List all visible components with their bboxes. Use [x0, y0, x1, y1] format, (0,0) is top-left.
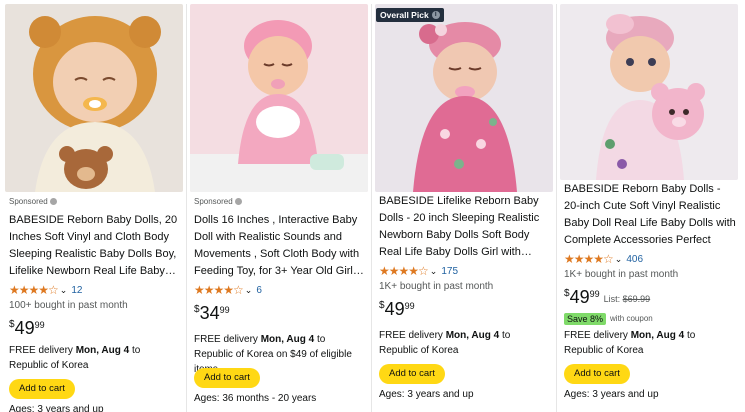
info-icon[interactable]	[234, 197, 242, 205]
add-to-cart-button[interactable]: Add to cart	[564, 364, 630, 384]
product-title[interactable]: Dolls 16 Inches , Interactive Baby Doll …	[194, 212, 366, 280]
coupon-deal[interactable]: Save 8% with coupon	[564, 311, 736, 326]
star-rating-icon[interactable]: ★★★★☆	[9, 283, 59, 297]
product-title[interactable]: BABESIDE Reborn Baby Dolls - 20-inch Cut…	[564, 181, 736, 249]
sleeping-doll-floral-image	[375, 4, 553, 192]
product-info: Sponsored BABESIDE Reborn Baby Dolls, 20…	[9, 195, 181, 412]
delivery-date: Mon, Aug 4	[260, 334, 315, 345]
divider	[556, 4, 557, 412]
product-image[interactable]	[190, 4, 368, 192]
chevron-down-icon[interactable]: ⌄	[245, 285, 253, 296]
price-fraction: 99	[219, 305, 230, 315]
price[interactable]: $ 34 99	[194, 302, 366, 326]
product-info: Sponsored Dolls 16 Inches , Interactive …	[194, 195, 366, 407]
delivery-info: FREE delivery Mon, Aug 4 to Republic of …	[564, 330, 696, 356]
add-to-cart-button[interactable]: Add to cart	[9, 379, 75, 399]
price[interactable]: $ 49 99 List: $69.99	[564, 286, 736, 310]
age-range: Ages: 36 months - 20 years	[194, 393, 317, 404]
add-to-cart-button[interactable]: Add to cart	[379, 364, 445, 384]
sponsored-label[interactable]: Sponsored	[9, 195, 181, 207]
price-fraction: 99	[589, 289, 600, 299]
info-icon[interactable]: i	[431, 11, 440, 19]
price-whole: 49	[14, 318, 35, 338]
price-fraction: 99	[34, 320, 45, 330]
rating[interactable]: ★★★★☆ ⌄ 12	[9, 282, 181, 298]
product-image[interactable]	[560, 4, 738, 180]
price-fraction: 99	[404, 301, 415, 311]
review-count-link[interactable]: 12	[71, 285, 82, 296]
product-info: BABESIDE Lifelike Reborn Baby Dolls - 20…	[379, 193, 551, 403]
divider	[186, 4, 187, 412]
product-card: Sponsored Dolls 16 Inches , Interactive …	[190, 0, 368, 412]
star-rating-icon[interactable]: ★★★★☆	[194, 283, 244, 297]
divider	[371, 4, 372, 412]
chevron-down-icon[interactable]: ⌄	[60, 285, 68, 296]
product-image[interactable]	[375, 4, 553, 192]
delivery-info: FREE delivery Mon, Aug 4 to Republic of …	[379, 330, 511, 356]
product-info: BABESIDE Reborn Baby Dolls - 20-inch Cut…	[564, 181, 736, 403]
bought-past-month: 100+ bought in past month	[9, 300, 128, 311]
age-range: Ages: 3 years and up	[9, 404, 104, 412]
sponsored-label[interactable]: Sponsored	[194, 195, 366, 207]
delivery-date: Mon, Aug 4	[445, 330, 500, 341]
product-card: BABESIDE Reborn Baby Dolls - 20-inch Cut…	[560, 0, 738, 412]
delivery-date: Mon, Aug 4	[75, 345, 130, 356]
review-count-link[interactable]: 406	[626, 254, 643, 265]
price-whole: 34	[199, 303, 220, 323]
overall-pick-badge[interactable]: Overall Pick i	[376, 8, 444, 22]
delivery-info: FREE delivery Mon, Aug 4 to Republic of …	[194, 334, 352, 375]
bought-past-month: 1K+ bought in past month	[564, 269, 679, 280]
star-rating-icon[interactable]: ★★★★☆	[564, 252, 614, 266]
rating[interactable]: ★★★★☆ ⌄ 406	[564, 251, 736, 267]
save-badge: Save 8%	[564, 312, 607, 325]
star-rating-icon[interactable]: ★★★★☆	[379, 264, 429, 278]
review-count-link[interactable]: 175	[441, 266, 458, 277]
rating[interactable]: ★★★★☆ ⌄ 6	[194, 282, 366, 298]
interactive-doll-pink-image	[190, 4, 368, 192]
chevron-down-icon[interactable]: ⌄	[430, 266, 438, 277]
chevron-down-icon[interactable]: ⌄	[615, 254, 623, 265]
reborn-doll-lion-hood-image	[5, 4, 183, 192]
review-count-link[interactable]: 6	[256, 285, 262, 296]
price-whole: 49	[569, 287, 590, 307]
product-title[interactable]: BABESIDE Lifelike Reborn Baby Dolls - 20…	[379, 193, 551, 261]
product-image[interactable]	[5, 4, 183, 192]
list-price: List: $69.99	[603, 294, 651, 304]
product-card: Sponsored BABESIDE Reborn Baby Dolls, 20…	[5, 0, 183, 412]
age-range: Ages: 3 years and up	[379, 389, 474, 400]
price[interactable]: $ 49 99	[379, 298, 551, 322]
delivery-info: FREE delivery Mon, Aug 4 to Republic of …	[9, 345, 141, 371]
price-whole: 49	[384, 299, 405, 319]
price[interactable]: $ 49 99	[9, 317, 181, 341]
doll-with-teddy-bear-image	[560, 4, 738, 180]
bought-past-month: 1K+ bought in past month	[379, 281, 494, 292]
coupon-label: with coupon	[610, 314, 653, 323]
add-to-cart-button[interactable]: Add to cart	[194, 368, 260, 388]
product-title[interactable]: BABESIDE Reborn Baby Dolls, 20 Inches So…	[9, 212, 181, 280]
delivery-date: Mon, Aug 4	[630, 330, 685, 341]
product-card: Overall Pick i BABESIDE Lifelike Reborn B…	[375, 0, 553, 412]
info-icon[interactable]	[49, 197, 57, 205]
rating[interactable]: ★★★★☆ ⌄ 175	[379, 263, 551, 279]
age-range: Ages: 3 years and up	[564, 389, 659, 400]
